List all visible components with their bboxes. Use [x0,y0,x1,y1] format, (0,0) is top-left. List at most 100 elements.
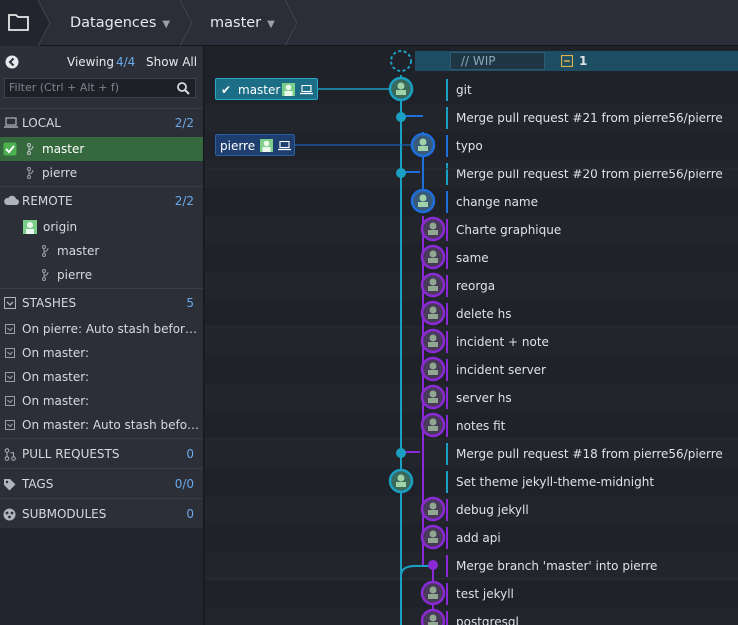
tag-icon [4,479,16,491]
remote-label: origin [43,220,78,234]
section-label: STASHES [22,296,77,310]
merge-node[interactable] [396,112,406,122]
section-label: SUBMODULES [22,507,107,521]
merge-node[interactable] [396,448,406,458]
commit-node[interactable] [420,384,446,410]
section-count: 0 [186,447,194,461]
branch-label: pierre [57,268,93,282]
merge-node[interactable] [428,560,438,570]
branch-icon [42,269,49,281]
stash-label: On pierre: Auto stash befor… [22,322,197,336]
stash-icon [5,348,15,358]
section-stashes[interactable]: STASHES 5 [0,288,203,316]
commit-node[interactable] [420,608,446,625]
ref-tag-label: pierre [220,139,256,153]
stash-item[interactable]: On master: [0,341,203,365]
viewing-count: 4/4 [116,55,136,69]
branch-icon [27,167,34,179]
commit-node[interactable] [420,580,446,606]
commit-node[interactable] [420,328,446,354]
section-label: PULL REQUESTS [22,447,120,461]
branch-selector[interactable]: master ▼ [210,0,275,46]
submodule-icon [3,508,16,521]
commit-graph-panel: // WIP 1 git Merge pull request #21 from… [205,46,738,625]
local-branch-pierre[interactable]: pierre [0,161,203,185]
check-icon: ✔ [221,83,232,97]
merge-node[interactable] [396,168,406,178]
ref-tag-label: master [238,83,281,97]
commit-node[interactable] [420,496,446,522]
ref-tag-pierre[interactable]: pierre [215,134,295,156]
avatar [260,139,273,152]
filter-placeholder: Filter (Ctrl + Alt + f) [9,81,120,94]
graph-lanes [205,75,738,625]
top-toolbar: Datagences ▼ master ▼ [0,0,738,46]
breadcrumb-separator [285,0,298,46]
commit-node[interactable] [388,468,414,494]
section-remote[interactable]: REMOTE 2/2 [0,186,203,214]
commit-node[interactable] [420,272,446,298]
wip-node[interactable] [390,50,412,72]
commit-node[interactable] [420,356,446,382]
collapse-panel-icon[interactable] [5,55,19,69]
section-pull-requests[interactable]: PULL REQUESTS 0 [0,438,203,468]
chevron-down-icon: ▼ [267,19,275,30]
viewing-label: Viewing [67,55,115,69]
section-count: 0/0 [174,477,194,491]
commit-node[interactable] [410,132,436,158]
section-local[interactable]: LOCAL 2/2 [0,108,203,136]
stash-label: On master: [22,394,90,408]
left-panel: Viewing 4/4 Show All Filter (Ctrl + Alt … [0,46,204,625]
stash-icon [5,420,15,430]
breadcrumb-separator [180,0,193,46]
sidebar-empty-area [0,528,203,625]
stash-item[interactable]: On master: Auto stash befo… [0,413,203,437]
stash-icon [5,396,15,406]
section-count: 2/2 [174,116,194,130]
ref-tag-master[interactable]: ✔ master [215,78,318,100]
viewing-bar: Viewing 4/4 Show All [0,50,203,74]
remote-branch-master[interactable]: master [0,239,203,263]
stash-item[interactable]: On master: [0,389,203,413]
commit-node[interactable] [410,188,436,214]
section-label: LOCAL [22,116,61,130]
stash-label: On master: [22,346,90,360]
branch-label: master [57,244,100,258]
section-tags[interactable]: TAGS 0/0 [0,468,203,498]
repo-selector[interactable]: Datagences ▼ [70,0,170,46]
branch-icon [27,143,34,155]
branch-label: pierre [42,166,78,180]
chevron-down-icon: ▼ [162,19,171,30]
section-count: 0 [186,507,194,521]
commit-graph [205,50,738,625]
remote-origin[interactable]: origin [0,215,203,239]
commit-node[interactable] [420,216,446,242]
laptop-icon [4,117,18,128]
stash-label: On master: [22,370,90,384]
commit-node[interactable] [420,412,446,438]
filter-input[interactable]: Filter (Ctrl + Alt + f) [4,78,196,98]
repo-name: Datagences [70,15,157,31]
checkout-check-icon [3,142,17,156]
stash-icon [5,372,15,382]
stash-label: On master: Auto stash befo… [22,418,200,432]
repo-folder-button[interactable] [0,0,38,46]
laptop-icon [300,85,313,95]
stash-icon [5,324,15,334]
commit-node[interactable] [388,76,414,102]
local-branch-master[interactable]: master [0,137,203,161]
laptop-icon [278,141,291,151]
stash-item[interactable]: On master: [0,365,203,389]
branch-name: master [210,15,262,31]
commit-node[interactable] [420,524,446,550]
avatar [23,220,37,234]
stash-icon [4,297,16,309]
stash-item[interactable]: On pierre: Auto stash befor… [0,317,203,341]
show-all-button[interactable]: Show All [146,50,197,74]
commit-node[interactable] [420,244,446,270]
pull-request-icon [4,448,16,461]
section-submodules[interactable]: SUBMODULES 0 [0,498,203,528]
cloud-icon [4,195,19,205]
remote-branch-pierre[interactable]: pierre [0,263,203,287]
commit-node[interactable] [420,300,446,326]
